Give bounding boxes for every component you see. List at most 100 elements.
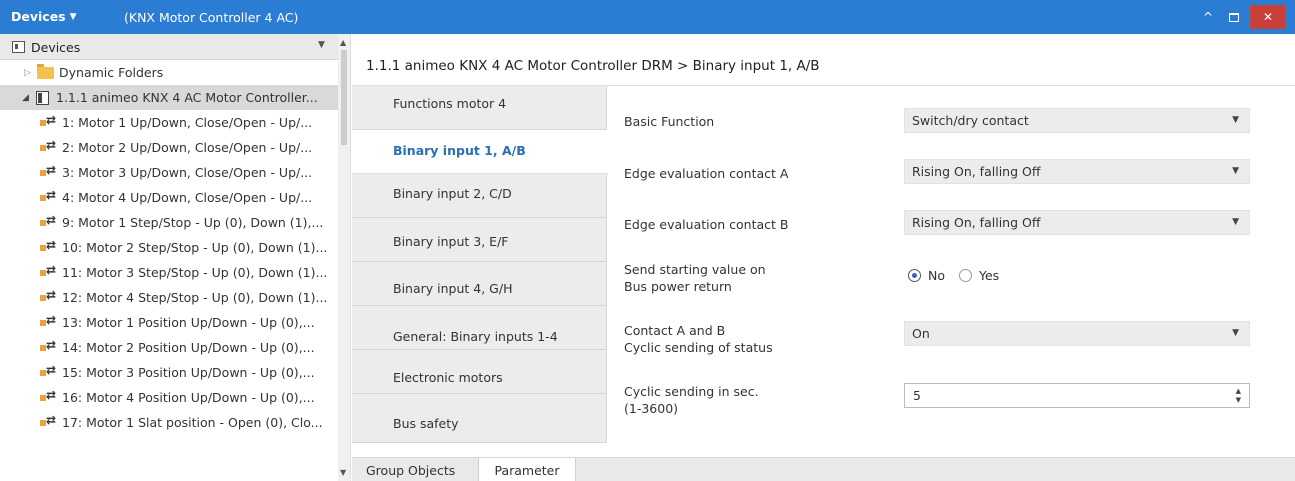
device-icon xyxy=(36,91,49,105)
device-panel-icon xyxy=(12,41,25,53)
tree-item-label: 11: Motor 3 Step/Stop - Up (0), Down (1)… xyxy=(62,265,328,280)
tree-item-group-object[interactable]: ⇄ 10: Motor 2 Step/Stop - Up (0), Down (… xyxy=(0,235,338,260)
collapse-button[interactable]: ^ xyxy=(1196,0,1220,34)
tree-item-group-object[interactable]: ⇄ 16: Motor 4 Position Up/Down - Up (0),… xyxy=(0,385,338,410)
tree-item-label: 1: Motor 1 Up/Down, Close/Open - Up/... xyxy=(62,115,313,130)
param-label-line: Cyclic sending of status xyxy=(624,340,773,355)
tree-item-label: 3: Motor 3 Up/Down, Close/Open - Up/... xyxy=(62,165,313,180)
group-object-icon: ⇄ xyxy=(40,214,58,229)
tab-label: Binary input 2, C/D xyxy=(393,186,512,201)
parameter-panel: Basic Function Switch/dry contact ▼ Edge… xyxy=(608,86,1295,457)
tab-label: Bus safety xyxy=(393,416,459,431)
tree-item-group-object[interactable]: ⇄ 2: Motor 2 Up/Down, Close/Open - Up/..… xyxy=(0,135,338,160)
folder-icon xyxy=(37,64,54,79)
param-label-line: Contact A and B xyxy=(624,323,726,338)
devices-menu-label: Devices xyxy=(11,9,66,24)
tab-label: Binary input 1, A/B xyxy=(393,143,526,158)
edge-evaluation-b-select[interactable]: Rising On, falling Off ▼ xyxy=(904,210,1250,235)
group-object-icon: ⇄ xyxy=(40,364,58,379)
select-value: Rising On, falling Off xyxy=(912,164,1041,179)
tree-item-group-object[interactable]: ⇄ 15: Motor 3 Position Up/Down - Up (0),… xyxy=(0,360,338,385)
tab-group-objects[interactable]: Group Objects xyxy=(366,458,455,481)
scrollbar-thumb[interactable] xyxy=(341,50,347,145)
tree-item-label: 17: Motor 1 Slat position - Open (0), Cl… xyxy=(62,415,323,430)
chevron-down-icon: ▼ xyxy=(1232,217,1239,227)
tab-functions-motor-4[interactable]: Functions motor 4 xyxy=(352,86,606,130)
tree-item-group-object[interactable]: ⇄ 13: Motor 1 Position Up/Down - Up (0),… xyxy=(0,310,338,335)
tree-item-group-object[interactable]: ⇄ 14: Motor 2 Position Up/Down - Up (0),… xyxy=(0,335,338,360)
cyclic-seconds-spinner[interactable]: 5 ▲ ▼ xyxy=(904,383,1250,408)
collapse-arrow-icon[interactable]: ◢ xyxy=(22,93,29,103)
tree-item-group-object[interactable]: ⇄ 1: Motor 1 Up/Down, Close/Open - Up/..… xyxy=(0,110,338,135)
content-header: 1.1.1 animeo KNX 4 AC Motor Controller D… xyxy=(352,34,1295,86)
tree-item-label: Dynamic Folders xyxy=(59,65,164,80)
param-label-line: Send starting value on xyxy=(624,262,766,277)
group-object-icon: ⇄ xyxy=(40,164,58,179)
edge-evaluation-a-select[interactable]: Rising On, falling Off ▼ xyxy=(904,159,1250,184)
devices-menu[interactable]: Devices ▼ xyxy=(11,9,77,24)
spinner-down-icon[interactable]: ▼ xyxy=(1236,396,1241,404)
tree-item-group-object[interactable]: ⇄ 12: Motor 4 Step/Stop - Up (0), Down (… xyxy=(0,285,338,310)
page-title: 1.1.1 animeo KNX 4 AC Motor Controller D… xyxy=(366,58,820,74)
close-icon: ✕ xyxy=(1262,10,1274,24)
tree-item-label: 16: Motor 4 Position Up/Down - Up (0),..… xyxy=(62,390,315,405)
tree-item-group-object[interactable]: ⇄ 9: Motor 1 Step/Stop - Up (0), Down (1… xyxy=(0,210,338,235)
tab-bus-safety[interactable]: Bus safety xyxy=(352,394,606,443)
tree-item-dynamic-folders[interactable]: ▷ Dynamic Folders xyxy=(0,60,338,85)
chevron-down-icon: ▼ xyxy=(1232,328,1239,338)
tree-item-label: 1.1.1 animeo KNX 4 AC Motor Controller..… xyxy=(56,90,318,105)
spinner-up-icon[interactable]: ▲ xyxy=(1236,387,1241,395)
tab-binary-input-2[interactable]: Binary input 2, C/D xyxy=(352,174,606,218)
tree-item-label: 9: Motor 1 Step/Stop - Up (0), Down (1),… xyxy=(62,215,324,230)
tree-item-label: 2: Motor 2 Up/Down, Close/Open - Up/... xyxy=(62,140,313,155)
close-button[interactable]: ✕ xyxy=(1250,5,1286,29)
tab-parameter[interactable]: Parameter xyxy=(478,458,576,481)
cyclic-status-select[interactable]: On ▼ xyxy=(904,321,1250,346)
tree-item-group-object[interactable]: ⇄ 3: Motor 3 Up/Down, Close/Open - Up/..… xyxy=(0,160,338,185)
tab-label: General: Binary inputs 1-4 xyxy=(393,329,558,344)
param-label: Edge evaluation contact B xyxy=(624,217,789,232)
tree-item-group-object[interactable]: ⇄ 4: Motor 4 Up/Down, Close/Open - Up/..… xyxy=(0,185,338,210)
group-object-icon: ⇄ xyxy=(40,139,58,154)
param-label: Basic Function xyxy=(624,114,715,129)
group-object-icon: ⇄ xyxy=(40,339,58,354)
title-bar: Devices ▼ (KNX Motor Controller 4 AC) ^ … xyxy=(0,0,1295,34)
chevron-down-icon[interactable]: ▼ xyxy=(318,40,325,50)
group-object-icon: ⇄ xyxy=(40,414,58,429)
tab-label: Parameter xyxy=(494,462,560,478)
tab-binary-input-1[interactable]: Binary input 1, A/B xyxy=(352,130,608,174)
window-subtitle: (KNX Motor Controller 4 AC) xyxy=(124,10,299,25)
devices-panel-header[interactable]: Devices ▼ xyxy=(0,34,338,60)
parameter-tab-list: Functions motor 4 Binary input 1, A/B Bi… xyxy=(352,86,608,443)
tree-item-label: 12: Motor 4 Step/Stop - Up (0), Down (1)… xyxy=(62,290,328,305)
tab-electronic-motors[interactable]: Electronic motors xyxy=(352,350,606,394)
radio-label: No xyxy=(928,268,945,283)
param-label-line: Bus power return xyxy=(624,279,732,294)
tree-item-label: 13: Motor 1 Position Up/Down - Up (0),..… xyxy=(62,315,315,330)
expand-arrow-icon[interactable]: ▷ xyxy=(24,68,31,78)
group-object-icon: ⇄ xyxy=(40,264,58,279)
tree-item-group-object[interactable]: ⇄ 17: Motor 1 Slat position - Open (0), … xyxy=(0,410,338,435)
tree-item-group-object[interactable]: ⇄ 11: Motor 3 Step/Stop - Up (0), Down (… xyxy=(0,260,338,285)
tab-binary-input-3[interactable]: Binary input 3, E/F xyxy=(352,218,606,262)
param-label-line: (1-3600) xyxy=(624,401,679,416)
maximize-button[interactable] xyxy=(1222,0,1246,34)
tree-item-device[interactable]: ◢ 1.1.1 animeo KNX 4 AC Motor Controller… xyxy=(0,85,338,110)
radio-label: Yes xyxy=(979,268,1000,283)
group-object-icon: ⇄ xyxy=(40,239,58,254)
devices-panel-title: Devices xyxy=(31,40,81,55)
select-value: On xyxy=(912,326,930,341)
basic-function-select[interactable]: Switch/dry contact ▼ xyxy=(904,108,1250,133)
group-object-icon: ⇄ xyxy=(40,314,58,329)
select-value: Switch/dry contact xyxy=(912,113,1029,128)
send-starting-value-radio-group: No Yes xyxy=(908,268,1013,283)
tree-scrollbar[interactable]: ▲ ▼ xyxy=(338,34,350,481)
tab-label: Group Objects xyxy=(366,462,456,478)
radio-no[interactable] xyxy=(908,269,921,282)
scroll-down-icon[interactable]: ▼ xyxy=(340,468,346,477)
group-object-icon: ⇄ xyxy=(40,289,58,304)
tab-binary-input-4[interactable]: Binary input 4, G/H xyxy=(352,262,606,306)
tab-general-binary-inputs[interactable]: General: Binary inputs 1-4 xyxy=(352,306,606,350)
scroll-up-icon[interactable]: ▲ xyxy=(340,38,346,47)
radio-yes[interactable] xyxy=(959,269,972,282)
